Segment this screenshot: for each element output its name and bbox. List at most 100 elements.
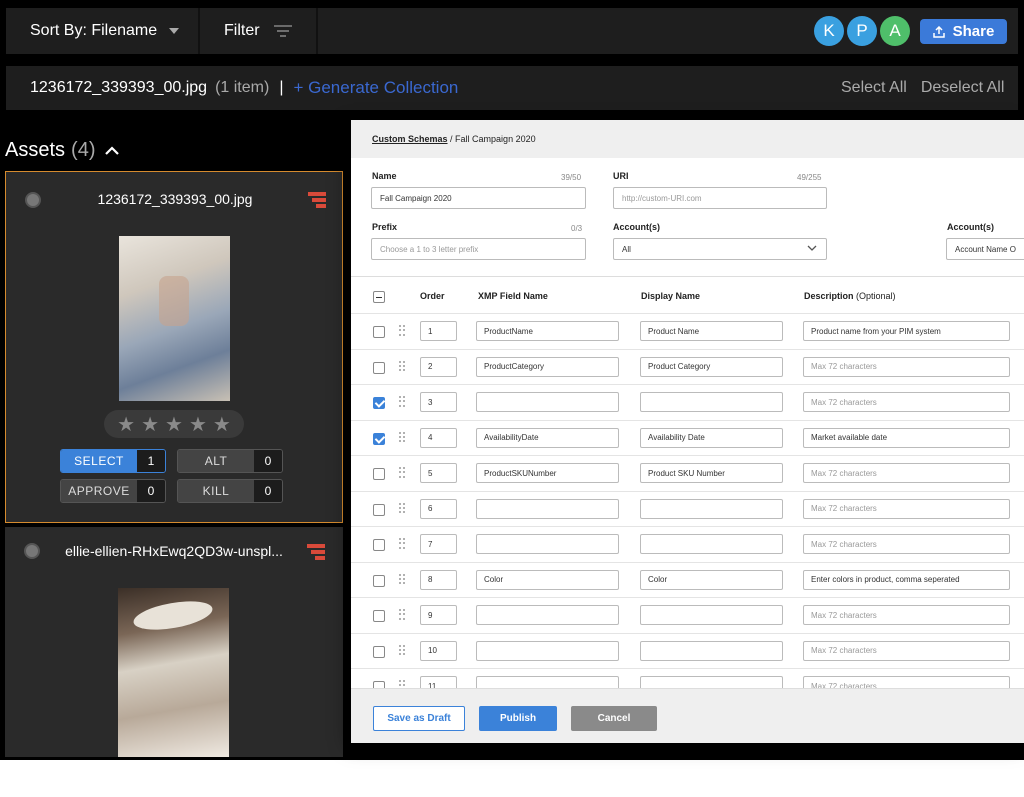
display-name-input[interactable]: Availability Date <box>640 427 783 448</box>
filter-button[interactable]: Filter <box>202 8 318 54</box>
description-input[interactable]: Max 72 characters <box>803 356 1010 377</box>
row-checkbox[interactable] <box>373 432 385 445</box>
display-name-input[interactable] <box>640 498 783 519</box>
select-all-link[interactable]: Select All <box>841 79 907 97</box>
avatar[interactable]: K <box>814 16 844 46</box>
name-field[interactable]: Fall Campaign 2020 <box>371 187 586 209</box>
order-field[interactable]: 2 <box>420 356 457 377</box>
xmp-field-name-input[interactable]: Color <box>476 569 619 590</box>
order-field[interactable]: 3 <box>420 392 457 412</box>
asset-thumbnail[interactable] <box>119 236 230 401</box>
kill-vote-button[interactable]: KILL 0 <box>177 479 283 503</box>
display-name-input[interactable] <box>640 676 783 688</box>
xmp-field-name-input[interactable]: ProductCategory <box>476 356 619 377</box>
order-field[interactable]: 9 <box>420 605 457 625</box>
drag-handle-icon[interactable] <box>399 538 406 550</box>
drag-handle-icon[interactable] <box>399 502 406 515</box>
flag-icon[interactable] <box>308 192 326 208</box>
drag-handle-icon[interactable] <box>399 680 406 688</box>
xmp-field-name-input[interactable]: ProductSKUNumber <box>476 463 619 483</box>
xmp-field-name-input[interactable] <box>476 640 619 661</box>
breadcrumb-link[interactable]: Custom Schemas <box>372 134 448 144</box>
order-field[interactable]: 5 <box>420 463 457 483</box>
description-input[interactable]: Max 72 characters <box>803 605 1010 625</box>
uri-field[interactable]: http://custom-URI.com <box>613 187 827 209</box>
drag-handle-icon[interactable] <box>399 325 406 337</box>
share-button[interactable]: Share <box>920 19 1007 44</box>
star-icon[interactable]: ★ <box>165 412 183 437</box>
drag-handle-icon[interactable] <box>399 644 406 657</box>
drag-handle-icon[interactable] <box>399 609 406 621</box>
cancel-button[interactable]: Cancel <box>571 706 657 731</box>
asset-card[interactable]: 1236172_339393_00.jpg ★ ★ ★ ★ ★ SELECT 1 ALT… <box>5 171 343 523</box>
xmp-field-name-input[interactable] <box>476 392 619 412</box>
row-checkbox[interactable] <box>373 539 385 551</box>
xmp-field-name-input[interactable] <box>476 605 619 625</box>
description-input[interactable]: Enter colors in product, comma seperated <box>803 569 1010 590</box>
avatar[interactable]: A <box>880 16 910 46</box>
order-field[interactable]: 4 <box>420 427 457 448</box>
row-checkbox[interactable] <box>373 681 385 688</box>
order-field[interactable]: 1 <box>420 321 457 341</box>
asset-card[interactable]: ellie-ellien-RHxEwq2QD3w-unspl... <box>5 527 343 757</box>
display-name-input[interactable] <box>640 640 783 661</box>
accounts-select[interactable]: All <box>613 238 827 260</box>
row-checkbox[interactable] <box>373 503 385 516</box>
star-icon[interactable]: ★ <box>189 412 207 437</box>
drag-handle-icon[interactable] <box>399 467 406 479</box>
order-field[interactable]: 8 <box>420 569 457 590</box>
alt-vote-button[interactable]: ALT 0 <box>177 449 283 473</box>
select-all-checkbox[interactable] <box>373 291 385 303</box>
approve-vote-button[interactable]: APPROVE 0 <box>60 479 166 503</box>
xmp-field-name-input[interactable] <box>476 676 619 688</box>
star-icon[interactable]: ★ <box>141 412 159 437</box>
display-name-input[interactable] <box>640 534 783 554</box>
description-input[interactable]: Product name from your PIM system <box>803 321 1010 341</box>
deselect-all-link[interactable]: Deselect All <box>921 79 1005 97</box>
display-name-input[interactable] <box>640 392 783 412</box>
row-checkbox[interactable] <box>373 468 385 480</box>
description-input[interactable]: Max 72 characters <box>803 640 1010 661</box>
drag-handle-icon[interactable] <box>399 396 406 408</box>
star-rating[interactable]: ★ ★ ★ ★ ★ <box>104 410 244 438</box>
order-field[interactable]: 7 <box>420 534 457 554</box>
drag-handle-icon[interactable] <box>399 360 406 373</box>
xmp-field-name-input[interactable] <box>476 534 619 554</box>
row-checkbox[interactable] <box>373 326 385 338</box>
publish-button[interactable]: Publish <box>479 706 557 731</box>
flag-icon[interactable] <box>307 544 325 560</box>
order-field[interactable]: 11 <box>420 676 457 688</box>
row-checkbox[interactable] <box>373 574 385 587</box>
select-vote-button[interactable]: SELECT 1 <box>60 449 166 473</box>
order-field[interactable]: 6 <box>420 498 457 519</box>
description-input[interactable]: Max 72 characters <box>803 392 1010 412</box>
row-checkbox[interactable] <box>373 645 385 658</box>
display-name-input[interactable]: Product Name <box>640 321 783 341</box>
assets-heading[interactable]: Assets (4) <box>5 139 120 162</box>
sort-dropdown[interactable]: Sort By: Filename <box>6 8 200 54</box>
description-input[interactable]: Market available date <box>803 427 1010 448</box>
order-field[interactable]: 10 <box>420 640 457 661</box>
prefix-field[interactable]: Choose a 1 to 3 letter prefix <box>371 238 586 260</box>
description-input[interactable]: Max 72 characters <box>803 676 1010 688</box>
description-input[interactable]: Max 72 characters <box>803 463 1010 483</box>
xmp-field-name-input[interactable]: AvailabilityDate <box>476 427 619 448</box>
row-checkbox[interactable] <box>373 397 385 409</box>
row-checkbox[interactable] <box>373 361 385 374</box>
display-name-input[interactable]: Product Category <box>640 356 783 377</box>
xmp-field-name-input[interactable] <box>476 498 619 519</box>
accounts2-select[interactable]: Account Name O <box>946 238 1024 260</box>
display-name-input[interactable]: Color <box>640 569 783 590</box>
star-icon[interactable]: ★ <box>213 412 231 437</box>
xmp-field-name-input[interactable]: ProductName <box>476 321 619 341</box>
description-input[interactable]: Max 72 characters <box>803 498 1010 519</box>
display-name-input[interactable]: Product SKU Number <box>640 463 783 483</box>
drag-handle-icon[interactable] <box>399 431 406 444</box>
avatar[interactable]: P <box>847 16 877 46</box>
generate-collection-link[interactable]: + Generate Collection <box>293 78 458 98</box>
star-icon[interactable]: ★ <box>117 412 135 437</box>
description-input[interactable]: Max 72 characters <box>803 534 1010 554</box>
asset-thumbnail[interactable] <box>118 588 229 757</box>
save-draft-button[interactable]: Save as Draft <box>373 706 465 731</box>
drag-handle-icon[interactable] <box>399 573 406 586</box>
